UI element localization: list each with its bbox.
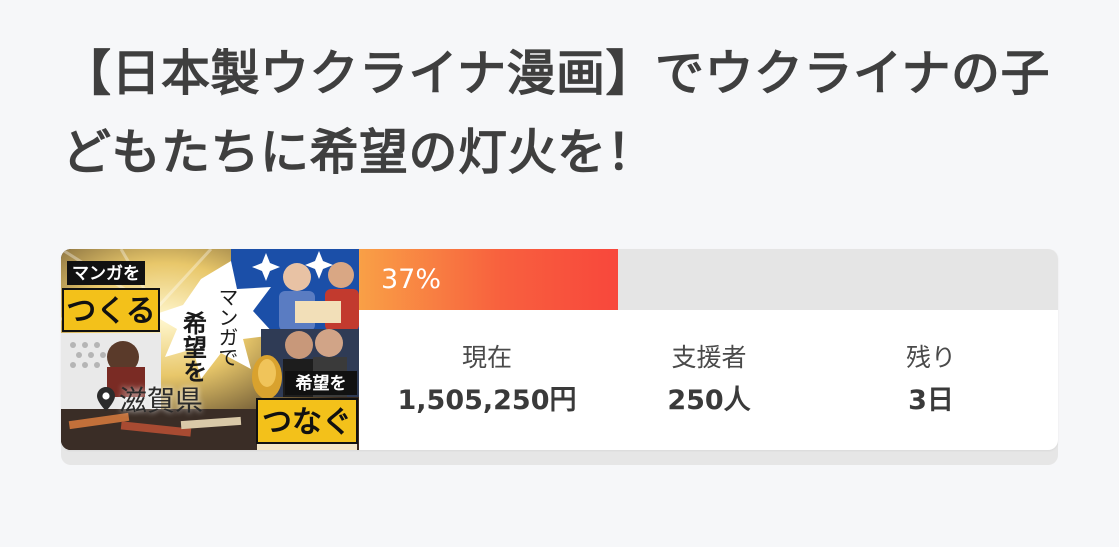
progress-percent: 37% xyxy=(381,264,442,295)
stat-remaining: 残り 3日 xyxy=(811,340,1051,426)
thumb-text-top-1: マンガを xyxy=(72,264,140,284)
thumb-text-bottom-2: つなぐ xyxy=(262,405,352,440)
stat-current-value: 1,505,250円 xyxy=(397,385,577,416)
thumb-text-bottom-1: 希望を xyxy=(296,373,347,394)
stat-current-label: 現在 xyxy=(461,343,512,372)
thumb-vertical-2: マンガで xyxy=(215,287,239,367)
funding-progress-bar: 37% xyxy=(359,249,1058,310)
stats-area: 現在 1,505,250円 支援者 250人 残り 3日 xyxy=(359,310,1058,450)
stat-current: 現在 1,505,250円 xyxy=(367,340,607,426)
location: 滋賀県 xyxy=(97,379,203,419)
map-pin-icon xyxy=(97,387,115,411)
stat-supporters-label: 支援者 xyxy=(671,343,747,372)
project-card[interactable]: マンガを つくる 希望を つなぐ 希望を マンガで 滋賀県 37% 現在 1,5… xyxy=(61,249,1058,465)
location-label: 滋賀県 xyxy=(119,384,204,417)
project-title[interactable]: 【日本製ウクライナ漫画】でウクライナの子どもたちに希望の灯火を！ xyxy=(62,34,1052,192)
stat-remaining-value: 3日 xyxy=(908,385,954,416)
thumb-vertical-1: 希望を xyxy=(179,310,208,383)
stat-remaining-label: 残り xyxy=(905,343,956,372)
stat-supporters-value: 250人 xyxy=(667,385,751,416)
stat-supporters: 支援者 250人 xyxy=(589,340,829,426)
project-thumbnail[interactable]: マンガを つくる 希望を つなぐ 希望を マンガで 滋賀県 xyxy=(61,249,359,450)
thumb-text-top-2: つくる xyxy=(66,294,155,329)
